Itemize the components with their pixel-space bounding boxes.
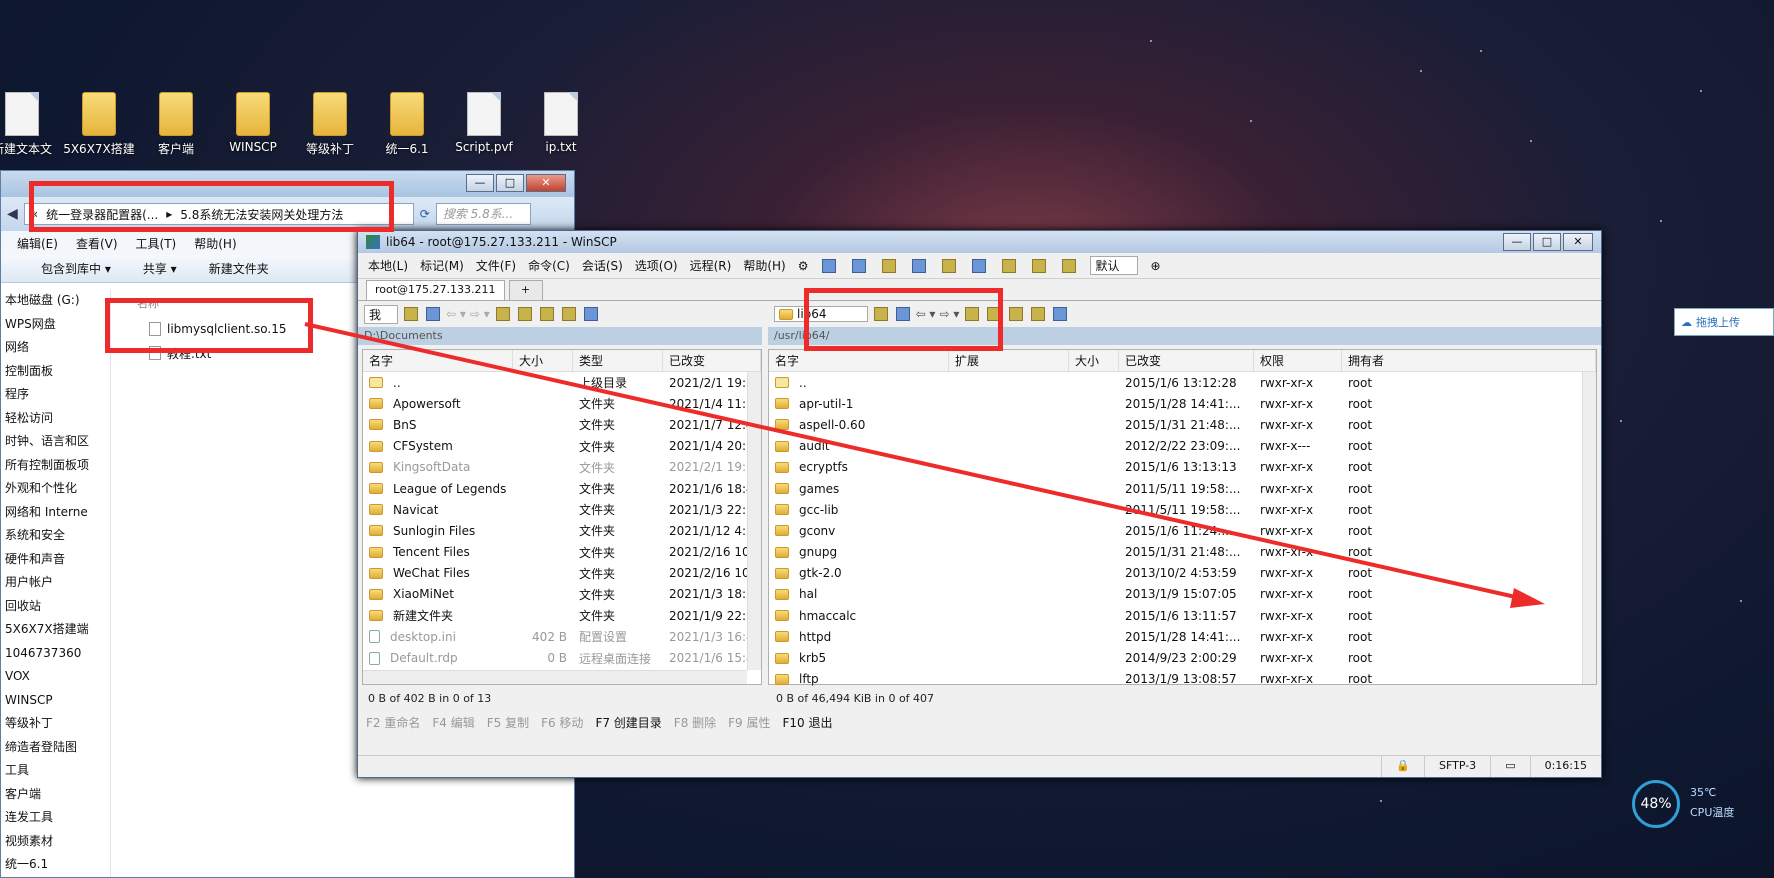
arrow-head <box>1510 588 1545 608</box>
annotation-arrow <box>304 322 1545 608</box>
arrow-line <box>304 322 1521 600</box>
